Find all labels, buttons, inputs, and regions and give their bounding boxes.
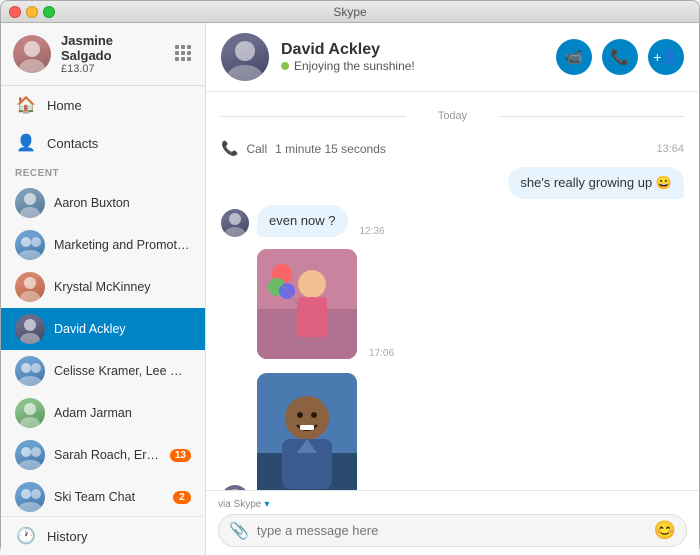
- call-label: Call: [246, 142, 267, 156]
- chat-contact-name: David Ackley: [281, 41, 544, 59]
- close-button[interactable]: [9, 6, 21, 18]
- apps-icon[interactable]: [175, 45, 193, 63]
- contact-name: David Ackley: [54, 322, 191, 336]
- photo-message-2: [257, 373, 357, 490]
- avatar: [15, 356, 45, 386]
- list-item[interactable]: Celisse Kramer, Lee Murphy, MJ...: [1, 350, 205, 392]
- phone-icon: 📞: [611, 48, 630, 66]
- call-duration: 1 minute 15 seconds: [275, 142, 386, 156]
- minimize-button[interactable]: [26, 6, 38, 18]
- contacts-label: Contacts: [47, 136, 98, 151]
- avatar: [15, 230, 45, 260]
- avatar: [221, 209, 249, 237]
- call-time: 13:64: [656, 143, 684, 155]
- date-text: Today: [438, 110, 467, 122]
- chat-contact-status: Enjoying the sunshine!: [281, 59, 544, 73]
- contacts-icon: 👤: [15, 132, 37, 154]
- maximize-button[interactable]: [43, 6, 55, 18]
- list-item[interactable]: Adam Jarman: [1, 392, 205, 434]
- list-item[interactable]: Krystal McKinney: [1, 266, 205, 308]
- list-item[interactable]: Marketing and Promotion: [1, 224, 205, 266]
- history-label: History: [47, 529, 87, 544]
- avatar: [15, 272, 45, 302]
- contact-name: Sarah Roach, Eric Ishida: [54, 448, 161, 462]
- attach-icon[interactable]: 📎: [229, 521, 249, 541]
- profile-info: Jasmine Salgado £13.07: [61, 33, 165, 75]
- video-call-button[interactable]: 📹: [556, 39, 592, 75]
- message-text: she's really growing up 😀: [520, 175, 672, 190]
- avatar: [15, 482, 45, 512]
- photo-row: 17:06: [257, 249, 684, 359]
- contact-name: Krystal McKinney: [54, 280, 191, 294]
- contact-name: Adam Jarman: [54, 406, 191, 420]
- call-icon: 📞: [221, 140, 238, 157]
- list-item[interactable]: Aaron Buxton: [1, 182, 205, 224]
- unread-badge: 13: [170, 449, 191, 462]
- chat-header: David Ackley Enjoying the sunshine! 📹 📞 …: [206, 23, 699, 92]
- sidebar-item-contacts[interactable]: 👤 Contacts: [1, 124, 205, 162]
- message-text: even now ?: [269, 213, 336, 228]
- app-title: Skype: [333, 5, 366, 19]
- messages-container: Today 📞 Call 1 minute 15 seconds 13:64 s…: [206, 92, 699, 490]
- chat-contact-info: David Ackley Enjoying the sunshine!: [281, 41, 544, 73]
- message-row: even now ? 12:36: [221, 205, 684, 237]
- recent-list: Aaron Buxton Marketing and Promotion Kry…: [1, 182, 205, 512]
- add-person-icon: +👤: [653, 49, 679, 66]
- date-divider: Today: [221, 110, 684, 122]
- add-participant-button[interactable]: +👤: [648, 39, 684, 75]
- message-bubble: she's really growing up 😀: [508, 167, 684, 199]
- input-row: 📎 😊: [218, 514, 687, 547]
- avatar: [15, 314, 45, 344]
- photo-message: [257, 249, 357, 359]
- call-record: 📞 Call 1 minute 15 seconds 13:64: [221, 136, 684, 161]
- unread-badge: 2: [173, 491, 191, 504]
- message-time: 12:36: [360, 226, 385, 237]
- chat-actions: 📹 📞 +👤: [556, 39, 684, 75]
- avatar: [13, 35, 51, 73]
- voice-call-button[interactable]: 📞: [602, 39, 638, 75]
- contact-name: Aaron Buxton: [54, 196, 191, 210]
- video-icon: 📹: [565, 48, 584, 66]
- chevron-down-icon: ▾: [264, 499, 269, 510]
- emoji-picker-icon[interactable]: 😊: [654, 520, 676, 541]
- list-item[interactable]: Sarah Roach, Eric Ishida 13: [1, 434, 205, 476]
- history-icon: 🕐: [15, 525, 37, 547]
- message-row: she's really growing up 😀: [221, 167, 684, 199]
- sidebar-item-home[interactable]: 🏠 Home: [1, 86, 205, 124]
- message-wrap: even now ?: [257, 205, 348, 237]
- window-controls: [9, 6, 55, 18]
- list-item[interactable]: Ski Team Chat 2: [1, 476, 205, 512]
- recent-section-label: RECENT: [1, 162, 205, 182]
- home-label: Home: [47, 98, 82, 113]
- via-text: via Skype: [218, 499, 261, 510]
- titlebar: Skype: [1, 1, 699, 23]
- photo-row-2: 17:06: [221, 373, 684, 490]
- profile-credit: £13.07: [61, 63, 165, 75]
- avatar: [15, 440, 45, 470]
- profile-area: Jasmine Salgado £13.07: [1, 23, 205, 86]
- avatar: [15, 188, 45, 218]
- message-input[interactable]: [257, 523, 646, 538]
- avatar: [15, 398, 45, 428]
- sidebar-item-history[interactable]: 🕐 History: [1, 516, 205, 555]
- profile-name: Jasmine Salgado: [61, 33, 165, 63]
- chat-contact-avatar: [221, 33, 269, 81]
- message-input-area: via Skype ▾ 📎 😊: [206, 490, 699, 555]
- app-container: Jasmine Salgado £13.07 🏠 Home 👤 Contacts…: [1, 23, 699, 555]
- contact-name: Celisse Kramer, Lee Murphy, MJ...: [54, 364, 191, 378]
- home-icon: 🏠: [15, 94, 37, 116]
- nav-items: 🏠 Home 👤 Contacts: [1, 86, 205, 162]
- sidebar: Jasmine Salgado £13.07 🏠 Home 👤 Contacts…: [1, 23, 206, 555]
- photo-time: 17:06: [369, 348, 394, 359]
- status-text: Enjoying the sunshine!: [294, 59, 415, 73]
- message-bubble: even now ?: [257, 205, 348, 237]
- contact-name: Marketing and Promotion: [54, 238, 191, 252]
- chat-area: David Ackley Enjoying the sunshine! 📹 📞 …: [206, 23, 699, 555]
- via-label: via Skype ▾: [218, 499, 687, 510]
- list-item[interactable]: David Ackley: [1, 308, 205, 350]
- contact-name: Ski Team Chat: [54, 490, 164, 504]
- online-status-dot: [281, 62, 289, 70]
